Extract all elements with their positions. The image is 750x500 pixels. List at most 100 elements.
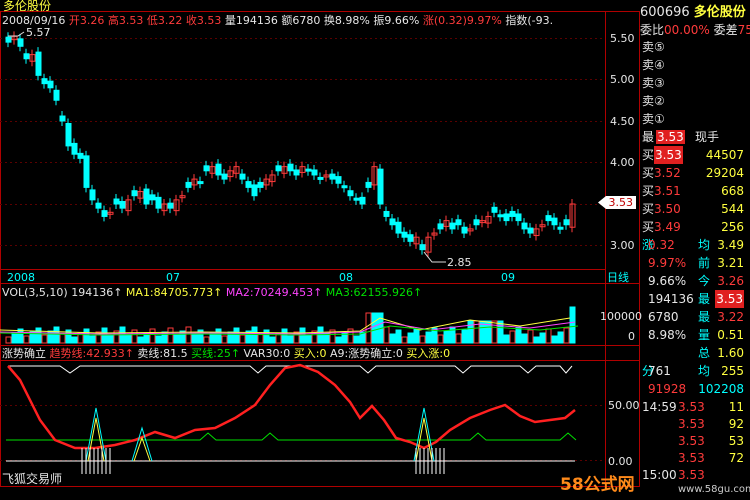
volume-bar <box>155 335 162 344</box>
buy-vol: 29204 <box>705 166 744 180</box>
stat-value-left: 9.66% <box>648 274 687 288</box>
volume-bar <box>41 334 48 344</box>
date-tick-2: 08 <box>339 271 353 284</box>
candle-body <box>383 210 390 217</box>
volume-bar <box>239 334 246 344</box>
price-tick-2: 4.50 <box>610 115 635 128</box>
weicha-value: 75179 <box>737 23 750 37</box>
volume-bar <box>503 334 510 344</box>
candle-body <box>353 197 360 201</box>
volume-bar <box>545 328 552 344</box>
buy-label: 买 <box>642 220 655 234</box>
candle-body <box>197 181 204 185</box>
weicha-label: 委差 <box>713 23 738 37</box>
volume-bar <box>419 335 426 344</box>
ind-a9: A9:涨势确立:0 <box>329 347 403 360</box>
tick-vol: 92 <box>728 417 744 431</box>
candle-body <box>23 53 30 60</box>
stat-row: 总 1.60 <box>640 344 750 362</box>
stat-value-right: 3.53 <box>715 290 744 308</box>
candle-body <box>395 221 402 234</box>
stat-row: 194136 最 3.53 <box>640 290 750 308</box>
volume-bar <box>149 328 156 344</box>
volume-bar <box>515 326 522 344</box>
annot-low: 2.85 <box>447 256 472 269</box>
info-amt-label: 额 <box>281 14 293 27</box>
info-turn-label: 换 <box>323 14 335 27</box>
date-tick-1: 07 <box>166 271 180 284</box>
tick-time: 15:00 <box>642 468 677 482</box>
buy-label: 买 <box>642 166 655 180</box>
candle-body <box>557 226 564 230</box>
volume-bar <box>455 333 462 344</box>
watermark-right: 58公式网 <box>560 475 635 495</box>
last-price: 3.53 <box>656 130 685 144</box>
info-amp: 9.66% <box>384 14 420 27</box>
candle-body <box>341 185 348 189</box>
ind-spike <box>131 426 153 462</box>
candle-body <box>143 188 150 205</box>
vol-axis-1: 0 <box>628 330 635 343</box>
vol-axis-0: 100000 <box>600 310 642 323</box>
volume-bar <box>407 332 414 344</box>
info-open-label: 开 <box>68 14 80 27</box>
volume-bar <box>5 336 12 344</box>
stat-row: 9.66% 今 3.26 <box>640 272 750 290</box>
price-marker: 3.53 <box>598 196 636 209</box>
candle-body <box>455 219 462 226</box>
volume-bar <box>89 335 96 344</box>
stat-label-right: 最 <box>698 292 711 306</box>
volume-bar <box>467 320 474 344</box>
candle-body <box>311 169 318 176</box>
tick-price: 3.53 <box>678 434 705 448</box>
ind-spike <box>133 436 151 462</box>
stat-value-right: 0.51 <box>717 328 744 342</box>
candle-body <box>17 38 24 47</box>
volume-bar <box>509 330 516 344</box>
info-low-label: 低 <box>146 14 158 27</box>
sell-row: 卖⑤ <box>640 38 750 56</box>
volume-bar <box>335 336 342 344</box>
candle-body <box>521 222 528 230</box>
candle-body <box>5 36 12 43</box>
stat-value-left: 0.32 <box>648 238 675 252</box>
hand-label: 现手 <box>695 130 720 144</box>
sell-row: 卖② <box>640 92 750 110</box>
period-label[interactable]: 日线 <box>607 271 629 284</box>
volume-bar <box>413 328 420 344</box>
volume-bar <box>395 329 402 344</box>
candle-body <box>95 202 102 209</box>
volume-bar <box>461 329 468 344</box>
candle-body <box>473 219 480 226</box>
date-tick-0: 2008 <box>7 271 35 284</box>
tick-price: 3.53 <box>678 400 705 414</box>
stat-value-left: 9.97% <box>648 256 687 270</box>
candle-body <box>71 142 78 155</box>
tick-row: 3.53 72 <box>640 449 750 467</box>
stat-row: 9.97% 前 3.21 <box>640 254 750 272</box>
candle-body <box>407 234 414 242</box>
candle-body <box>149 194 156 201</box>
sell-label: 卖③ <box>642 76 665 90</box>
stat-value-right: 255 <box>721 364 744 378</box>
price-tick-3: 4.00 <box>610 156 635 169</box>
kline-chart[interactable] <box>0 0 750 500</box>
candle-body <box>203 165 210 172</box>
candle-body <box>89 189 96 201</box>
volume-bar <box>269 336 276 344</box>
volume-bar <box>107 334 114 344</box>
vol-header: VOL(3,5,10) 194136↑ MA1:84705.773↑ MA2:7… <box>2 286 423 299</box>
volume-bar <box>167 327 174 344</box>
candle-body <box>509 210 516 217</box>
buy-row: 买 3.53 44507 <box>640 146 750 164</box>
ind-buyin: 买入:0 <box>293 347 327 360</box>
candle-body <box>221 173 228 180</box>
annot-low-line <box>423 251 446 263</box>
candle-body <box>515 213 522 222</box>
candle-body <box>257 181 264 188</box>
stat-value-right: 3.26 <box>717 274 744 288</box>
candle-body <box>563 219 570 226</box>
candle-body <box>245 181 252 188</box>
candle-body <box>317 176 324 180</box>
candle-body <box>377 168 384 205</box>
